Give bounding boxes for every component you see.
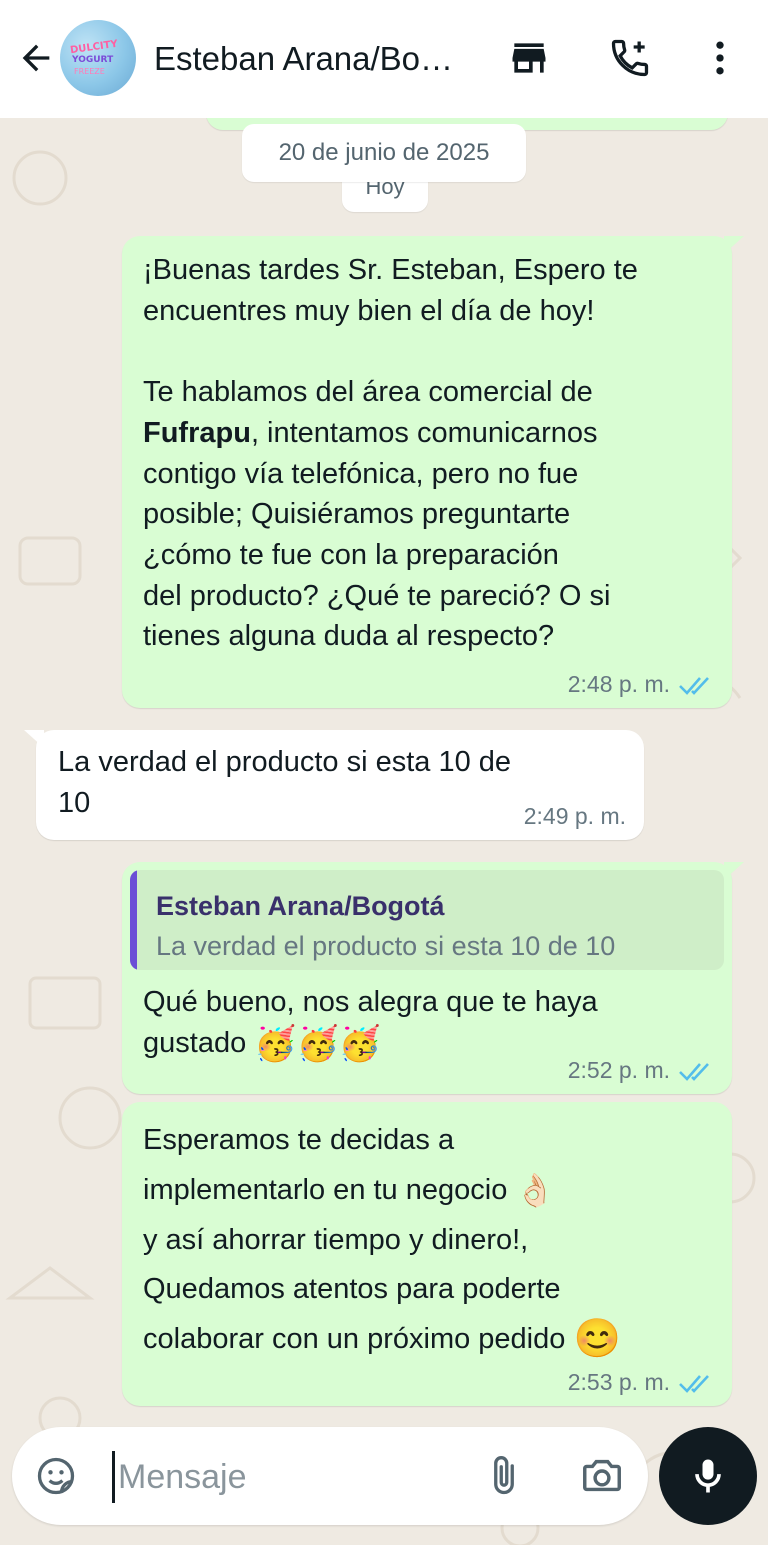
message-meta: 2:49 p. m. xyxy=(524,805,626,828)
message-text: Esperamos te decidas a implementarlo en … xyxy=(143,1116,712,1365)
smiling-face-emoji: 😊 xyxy=(573,1318,621,1361)
message-time: 2:48 p. m. xyxy=(567,671,670,697)
voice-message-button[interactable] xyxy=(659,1427,757,1525)
phone-add-icon xyxy=(611,39,649,77)
chat-header: DULCITY YOGURT FREEZE Esteban Arana/Bo… xyxy=(0,0,768,118)
quote-accent-bar xyxy=(130,870,137,970)
paperclip-icon xyxy=(494,1456,514,1495)
back-button[interactable] xyxy=(14,36,58,80)
avatar-logo-text: FREEZE xyxy=(74,67,105,76)
message-text: ¡Buenas tardes Sr. Esteban, Espero te en… xyxy=(143,254,638,653)
message-time: 2:49 p. m. xyxy=(523,803,626,829)
camera-button[interactable] xyxy=(578,1452,626,1500)
arrow-left-icon xyxy=(22,44,50,72)
more-vertical-icon xyxy=(716,41,724,75)
microphone-icon xyxy=(695,1459,721,1493)
message-meta: 2:53 p. m. xyxy=(568,1371,714,1394)
storefront-icon xyxy=(512,43,546,73)
ok-hand-emoji: 👌🏻 xyxy=(515,1172,556,1209)
message-time: 2:52 p. m. xyxy=(567,1057,670,1083)
date-chip: 20 de junio de 2025 xyxy=(242,124,526,182)
quoted-author: Esteban Arana/Bogotá xyxy=(156,891,445,921)
menu-button[interactable] xyxy=(696,34,744,82)
message-bubble-outgoing[interactable]: Esperamos te decidas a implementarlo en … xyxy=(122,1102,732,1406)
catalog-button[interactable] xyxy=(505,34,553,82)
message-bubble-incoming[interactable]: La verdad el producto si esta 10 de 10 2… xyxy=(24,730,644,840)
bubble-tail xyxy=(24,730,44,748)
message-bubble-outgoing[interactable]: ¡Buenas tardes Sr. Esteban, Espero te en… xyxy=(122,236,744,708)
sticker-icon xyxy=(37,1457,75,1495)
call-button[interactable] xyxy=(606,34,654,82)
bubble-tail xyxy=(724,236,744,254)
camera-icon xyxy=(583,1459,621,1492)
message-composer xyxy=(12,1427,648,1525)
double-check-icon xyxy=(679,676,709,695)
message-text: Qué bueno, nos alegra que te haya gustad… xyxy=(143,986,598,1064)
contact-name[interactable]: Esteban Arana/Bo… xyxy=(154,40,476,78)
message-meta: 2:52 p. m. xyxy=(568,1059,714,1082)
avatar[interactable]: DULCITY YOGURT FREEZE xyxy=(60,20,136,96)
quoted-text: La verdad el producto si esta 10 de 10 xyxy=(156,931,616,961)
party-face-emoji: 🥳🥳🥳 xyxy=(254,1025,382,1064)
message-input[interactable] xyxy=(118,1449,448,1505)
avatar-logo-text: YOGURT xyxy=(72,55,114,65)
sticker-button[interactable] xyxy=(32,1452,80,1500)
bubble-tail xyxy=(724,862,744,880)
attach-button[interactable] xyxy=(480,1452,528,1500)
message-meta: 2:48 p. m. xyxy=(568,673,714,696)
quoted-message[interactable]: Esteban Arana/Bogotá La verdad el produc… xyxy=(130,870,724,970)
double-check-icon xyxy=(679,1062,709,1081)
avatar-logo-text: DULCITY xyxy=(69,38,119,57)
double-check-icon xyxy=(679,1374,709,1393)
message-bubble-outgoing-reply[interactable]: Esteban Arana/Bogotá La verdad el produc… xyxy=(122,862,744,1094)
message-time: 2:53 p. m. xyxy=(567,1369,670,1395)
text-cursor xyxy=(112,1451,115,1503)
